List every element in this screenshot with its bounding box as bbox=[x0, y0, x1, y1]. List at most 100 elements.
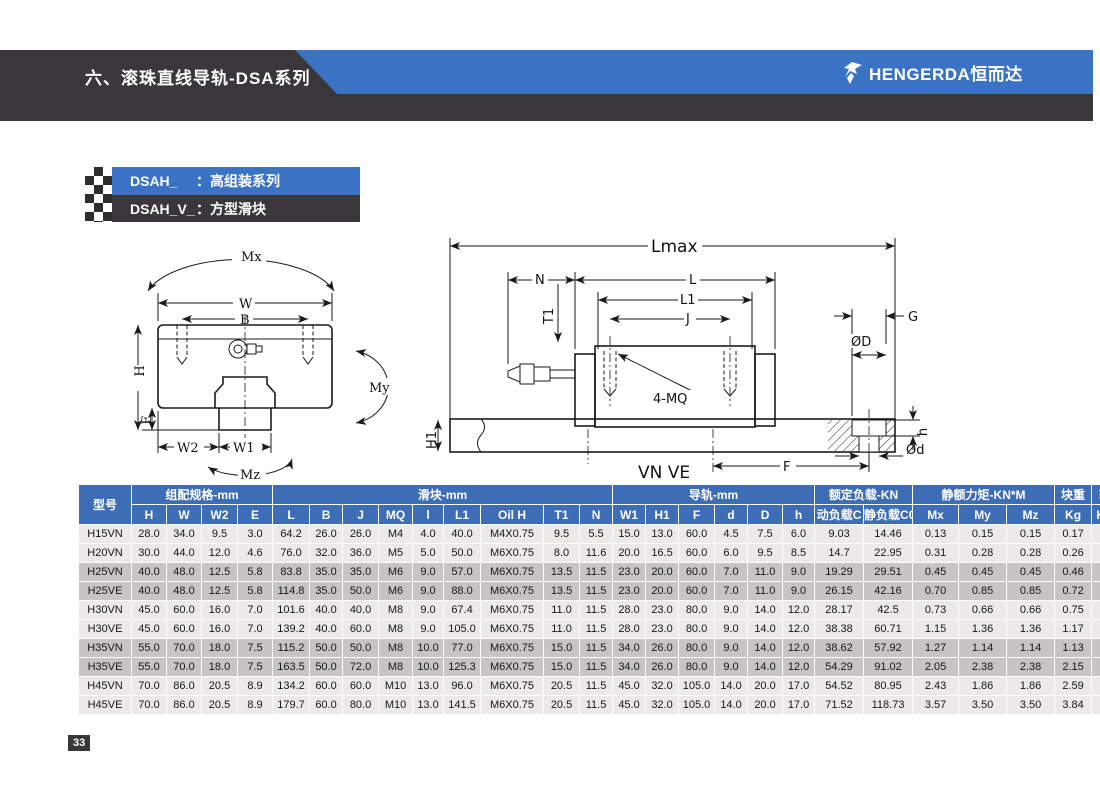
value-cell: 80.95 bbox=[864, 677, 912, 695]
column-group-header: 块重 bbox=[1055, 485, 1091, 504]
series-code: DSAH_V_ bbox=[130, 201, 196, 217]
column-header: W1 bbox=[613, 505, 645, 524]
dim-label-h: H bbox=[133, 365, 148, 376]
value-cell: 9.0 bbox=[715, 639, 747, 657]
value-cell: M6X0.75 bbox=[481, 696, 543, 714]
value-cell: 60.0 bbox=[343, 677, 378, 695]
value-cell: M5 bbox=[379, 544, 412, 562]
value-cell: 28.0 bbox=[613, 620, 645, 638]
value-cell: 5.8 bbox=[238, 563, 272, 581]
value-cell: 7.5 bbox=[748, 525, 782, 543]
value-cell: 0.45 bbox=[959, 563, 1006, 581]
value-cell: 28.0 bbox=[132, 525, 166, 543]
value-cell: 4.5 bbox=[715, 525, 747, 543]
value-cell: 101.6 bbox=[273, 601, 309, 619]
value-cell: 67.4 bbox=[444, 601, 480, 619]
value-cell: M8 bbox=[379, 620, 412, 638]
column-header: Kg/M bbox=[1092, 505, 1100, 524]
column-header: L1 bbox=[444, 505, 480, 524]
value-cell: 1.27 bbox=[913, 639, 958, 657]
value-cell: 9.0 bbox=[783, 563, 814, 581]
value-cell: 13.5 bbox=[544, 563, 579, 581]
value-cell: M8 bbox=[379, 639, 412, 657]
value-cell: 40.0 bbox=[132, 563, 166, 581]
value-cell: 1.13 bbox=[1055, 639, 1091, 657]
value-cell: 55.0 bbox=[132, 639, 166, 657]
value-cell: 163.5 bbox=[273, 658, 309, 676]
value-cell: 0.70 bbox=[913, 582, 958, 600]
value-cell: 40.0 bbox=[310, 601, 342, 619]
dim-label-e: E bbox=[140, 415, 155, 425]
column-header: F bbox=[679, 505, 714, 524]
value-cell: 17.0 bbox=[783, 696, 814, 714]
value-cell: 40.0 bbox=[343, 601, 378, 619]
value-cell: 48.0 bbox=[167, 563, 201, 581]
dim-label-j: J bbox=[685, 312, 690, 327]
value-cell: 44.0 bbox=[167, 544, 201, 562]
value-cell: 50.0 bbox=[310, 658, 342, 676]
value-cell: 0.66 bbox=[1007, 601, 1054, 619]
value-cell: M6X0.75 bbox=[481, 677, 543, 695]
value-cell: 12.0 bbox=[783, 639, 814, 657]
value-cell: 4.6 bbox=[238, 544, 272, 562]
value-cell: 35.0 bbox=[310, 582, 342, 600]
value-cell: 12.5 bbox=[202, 582, 237, 600]
column-group-header: 导轨-mm bbox=[613, 485, 814, 504]
column-header: H bbox=[132, 505, 166, 524]
value-cell: 12.0 bbox=[783, 620, 814, 638]
model-cell: H25VN bbox=[79, 563, 131, 581]
dim-label-g: G bbox=[908, 310, 918, 325]
value-cell: 1.86 bbox=[959, 677, 1006, 695]
series-desc: ：方型滑块 bbox=[196, 199, 266, 219]
value-cell: 80.0 bbox=[679, 658, 714, 676]
value-cell: 12.0 bbox=[202, 544, 237, 562]
value-cell: 7.0 bbox=[715, 563, 747, 581]
value-cell: 60.0 bbox=[310, 677, 342, 695]
dim-label-mz: Mz bbox=[240, 468, 260, 483]
value-cell: 14.0 bbox=[748, 620, 782, 638]
value-cell: M10 bbox=[379, 677, 412, 695]
table-group-row: 型号组配规格-mm滑块-mm导轨-mm额定负载-KN静额力矩-KN*M块重轨重 bbox=[79, 485, 1100, 504]
value-cell: 3.0 bbox=[238, 525, 272, 543]
value-cell: 20.5 bbox=[544, 696, 579, 714]
column-header: T1 bbox=[544, 505, 579, 524]
value-cell: 4.29 bbox=[1092, 601, 1100, 619]
value-cell: 14.0 bbox=[715, 696, 747, 714]
value-cell: 38.62 bbox=[815, 639, 863, 657]
table-row: H15VN28.034.09.53.064.226.026.0M44.040.0… bbox=[79, 525, 1100, 543]
value-cell: 9.0 bbox=[413, 563, 443, 581]
model-cell: H20VN bbox=[79, 544, 131, 562]
value-cell: 26.0 bbox=[310, 525, 342, 543]
value-cell: 0.45 bbox=[1007, 563, 1054, 581]
value-cell: 11.5 bbox=[580, 582, 612, 600]
value-cell: 20.0 bbox=[646, 582, 678, 600]
value-cell: 9.5 bbox=[202, 525, 237, 543]
column-header: 静负载C0 bbox=[864, 505, 912, 524]
value-cell: M6X0.75 bbox=[481, 639, 543, 657]
value-cell: 1.86 bbox=[1007, 677, 1054, 695]
value-cell: 20.0 bbox=[748, 677, 782, 695]
column-header: My bbox=[959, 505, 1006, 524]
value-cell: 11.0 bbox=[544, 601, 579, 619]
value-cell: 55.0 bbox=[132, 658, 166, 676]
dim-label-h1: H1 bbox=[425, 431, 440, 449]
table-row: H30VE45.060.016.07.0139.240.060.0M89.010… bbox=[79, 620, 1100, 638]
page-number: 33 bbox=[68, 735, 90, 751]
value-cell: 3.57 bbox=[913, 696, 958, 714]
column-header: W2 bbox=[202, 505, 237, 524]
value-cell: 5.0 bbox=[413, 544, 443, 562]
model-cell: H30VE bbox=[79, 620, 131, 638]
series-label-square-block: DSAH_V_ ：方型滑块 bbox=[112, 195, 360, 222]
value-cell: 2.43 bbox=[913, 677, 958, 695]
dim-label-od-upper: ØD bbox=[851, 335, 871, 350]
column-header: H1 bbox=[646, 505, 678, 524]
brand-name: HENGERDA恒而达 bbox=[869, 60, 1023, 85]
value-cell: 70.0 bbox=[132, 677, 166, 695]
value-cell: 105.0 bbox=[679, 696, 714, 714]
value-cell: 0.28 bbox=[959, 544, 1006, 562]
value-cell: 19.29 bbox=[815, 563, 863, 581]
value-cell: 9.0 bbox=[715, 620, 747, 638]
value-cell: 7.0 bbox=[715, 582, 747, 600]
column-header: d bbox=[715, 505, 747, 524]
value-cell: 11.5 bbox=[580, 620, 612, 638]
